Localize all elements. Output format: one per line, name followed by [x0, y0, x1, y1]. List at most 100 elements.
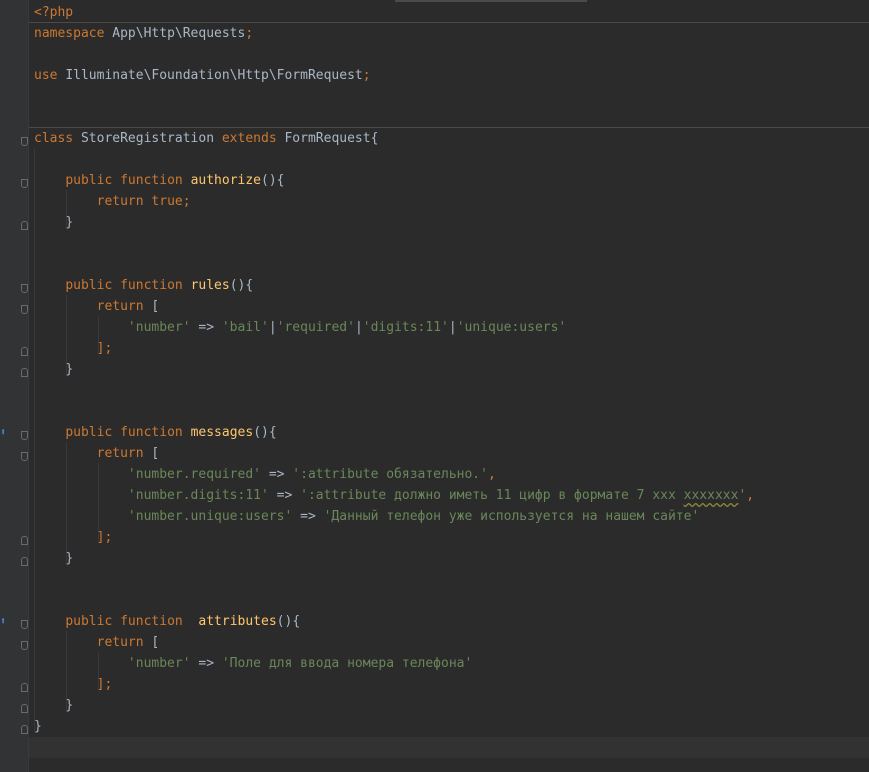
code-line-authorize[interactable]: public function authorize(){ — [34, 170, 285, 191]
pipe: | — [448, 320, 457, 335]
code-line-message-entry[interactable]: 'number.required' => ':attribute обязате… — [34, 464, 496, 485]
message-string: ':attribute обязательно.' — [292, 467, 488, 482]
code-line-use[interactable]: use Illuminate\Foundation\Http\FormReque… — [34, 65, 371, 86]
code-line-message-entry[interactable]: 'number.digits:11' => ':attribute должно… — [34, 485, 754, 506]
code-line-return[interactable]: return [ — [34, 632, 160, 653]
bracket: [ — [151, 299, 160, 314]
code-line-php-open[interactable]: <?php — [34, 2, 73, 23]
function-keyword: function — [120, 173, 183, 188]
public-keyword: public — [65, 278, 113, 293]
bracket: [ — [151, 446, 160, 461]
bracket: [ — [151, 635, 160, 650]
attribute-string: 'Поле для ввода номера телефона' — [221, 656, 473, 671]
fold-class-icon[interactable] — [21, 137, 28, 146]
code-line-class[interactable]: class StoreRegistration extends FormRequ… — [34, 128, 378, 149]
public-keyword: public — [65, 173, 113, 188]
fold-rules-array-end-icon[interactable] — [21, 347, 28, 356]
typo-underlined-text[interactable]: xxxxxxx — [684, 488, 739, 503]
pipe: | — [354, 320, 363, 335]
code-line-namespace[interactable]: namespace App\Http\Requests; — [34, 23, 253, 44]
arrow: => — [268, 467, 285, 482]
brace: } — [65, 551, 74, 566]
method-name: authorize — [190, 173, 262, 188]
array-key: 'number' — [127, 656, 191, 671]
return-value: true — [151, 194, 183, 209]
parens: (){ — [253, 425, 277, 440]
code-line-close-bracket[interactable]: ]; — [34, 674, 113, 695]
brace: } — [65, 215, 74, 230]
rule-string: 'unique:users' — [456, 320, 567, 335]
code-line-close-bracket[interactable]: ]; — [34, 338, 113, 359]
arrow: => — [300, 509, 316, 524]
code-line-close-bracket[interactable]: ]; — [34, 527, 113, 548]
fold-rules-icon[interactable] — [21, 284, 28, 293]
code-line-messages[interactable]: public function messages(){ — [34, 422, 277, 443]
override-marker-icon[interactable]: ⬆ — [0, 616, 10, 628]
code-line-close[interactable]: } — [34, 359, 73, 380]
fold-authorize-end-icon[interactable] — [21, 221, 28, 230]
brace: { — [370, 131, 379, 146]
fold-messages-icon[interactable] — [21, 431, 28, 440]
comma: , — [487, 467, 496, 482]
fold-authorize-icon[interactable] — [21, 179, 28, 188]
extends-keyword: extends — [221, 131, 277, 146]
arrow: => — [276, 488, 293, 503]
bracket: ]; — [96, 530, 113, 545]
use-name: Illuminate\Foundation\Http\FormRequest — [65, 68, 363, 83]
code-line-return[interactable]: return [ — [34, 296, 160, 317]
code-line-rules[interactable]: public function rules(){ — [34, 275, 253, 296]
code-line-return[interactable]: return [ — [34, 443, 160, 464]
array-key: 'number.digits:11' — [127, 488, 269, 503]
code-line-close[interactable]: } — [34, 695, 73, 716]
editor-tab-strip — [395, 0, 587, 2]
parens: (){ — [261, 173, 285, 188]
fold-attributes-end-icon[interactable] — [21, 704, 28, 713]
fold-messages-array-icon[interactable] — [21, 452, 28, 461]
array-key: 'number.required' — [127, 467, 261, 482]
arrow: => — [198, 656, 215, 671]
semicolon: ; — [182, 194, 191, 209]
semicolon: ; — [245, 26, 254, 41]
fold-rules-end-icon[interactable] — [21, 368, 28, 377]
fold-messages-array-end-icon[interactable] — [21, 536, 28, 545]
rule-string: 'digits:11' — [362, 320, 449, 335]
semicolon: ; — [362, 68, 371, 83]
fold-attributes-icon[interactable] — [21, 620, 28, 629]
code-editor[interactable]: ⬆ ⬆ <?php namespace App\Http\Requests; u… — [0, 0, 869, 772]
rule-string: 'bail' — [221, 320, 269, 335]
public-keyword: public — [65, 425, 113, 440]
code-line-close[interactable]: } — [34, 212, 73, 233]
brace: } — [65, 698, 74, 713]
code-line-attributes[interactable]: public function attributes(){ — [34, 611, 300, 632]
code-line-attributes-entry[interactable]: 'number' => 'Поле для ввода номера телеф… — [34, 653, 472, 674]
pipe: | — [268, 320, 277, 335]
public-keyword: public — [65, 614, 113, 629]
fold-attributes-array-icon[interactable] — [21, 641, 28, 650]
message-string: 'Данный телефон уже используется на наше… — [323, 509, 700, 524]
parent-class-name: FormRequest — [284, 131, 371, 146]
code-line-message-entry[interactable]: 'number.unique:users' => 'Данный телефон… — [34, 506, 699, 527]
current-line-highlight — [29, 737, 869, 758]
method-name: rules — [190, 278, 230, 293]
function-keyword: function — [120, 278, 183, 293]
parens: (){ — [276, 614, 301, 629]
array-key: 'number' — [127, 320, 191, 335]
fold-rules-array-icon[interactable] — [21, 305, 28, 314]
rule-string: 'required' — [276, 320, 355, 335]
brace: } — [65, 362, 74, 377]
code-line-rules-entry[interactable]: 'number' => 'bail'|'required'|'digits:11… — [34, 317, 566, 338]
class-keyword: class — [34, 131, 74, 146]
fold-messages-end-icon[interactable] — [21, 557, 28, 566]
code-line-class-close[interactable]: } — [34, 716, 42, 737]
fold-class-end-icon[interactable] — [21, 725, 28, 734]
code-line-return[interactable]: return true; — [34, 191, 191, 212]
function-keyword: function — [120, 614, 183, 629]
override-marker-icon[interactable]: ⬆ — [0, 427, 10, 439]
namespace-name: App\Http\Requests — [112, 26, 246, 41]
use-keyword: use — [34, 68, 58, 83]
arrow: => — [198, 320, 215, 335]
code-line-close[interactable]: } — [34, 548, 73, 569]
namespace-keyword: namespace — [34, 26, 105, 41]
fold-attributes-array-end-icon[interactable] — [21, 683, 28, 692]
editor-gutter: ⬆ ⬆ — [0, 0, 29, 772]
